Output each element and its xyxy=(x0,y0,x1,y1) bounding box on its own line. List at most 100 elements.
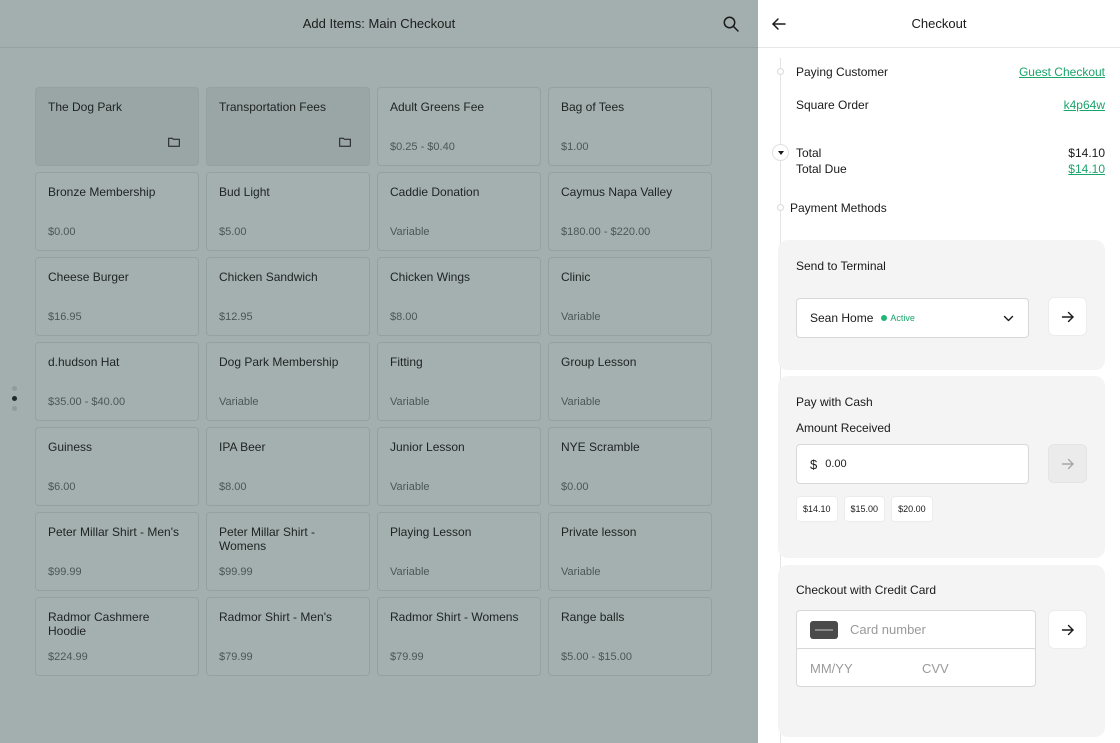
square-order-link[interactable]: k4p64w xyxy=(1064,98,1105,112)
page-dot[interactable] xyxy=(12,406,17,411)
item-price: $6.00 xyxy=(48,481,76,493)
payment-methods-label: Payment Methods xyxy=(790,201,887,215)
square-order-row: Square Order k4p64w xyxy=(796,98,1105,112)
item-price: Variable xyxy=(390,566,430,578)
item-name: IPA Beer xyxy=(219,440,266,454)
item-name: The Dog Park xyxy=(48,100,123,114)
item-tile[interactable]: Adult Greens Fee $0.25 - $0.40 xyxy=(377,87,541,166)
arrow-right-icon xyxy=(1061,458,1074,469)
item-name: Radmor Cashmere Hoodie xyxy=(48,610,150,638)
quick-amount-chip[interactable]: $14.10 xyxy=(796,496,838,522)
item-tile[interactable]: Fitting Variable xyxy=(377,342,541,421)
item-tile[interactable]: Cheese Burger $16.95 xyxy=(35,257,199,336)
item-tile[interactable]: Dog Park Membership Variable xyxy=(206,342,370,421)
item-tile[interactable]: Radmor Shirt - Men's $79.99 xyxy=(206,597,370,676)
chevron-down-icon xyxy=(1003,315,1014,322)
cvv-input[interactable] xyxy=(922,660,1034,676)
item-price: $35.00 - $40.00 xyxy=(48,396,126,408)
item-price: Variable xyxy=(219,396,259,408)
item-tile[interactable]: Peter Millar Shirt - Men's $99.99 xyxy=(35,512,199,591)
item-name: Caddie Donation xyxy=(390,185,480,199)
item-price: $99.99 xyxy=(48,566,82,578)
page-dot[interactable] xyxy=(12,386,17,391)
item-name: Playing Lesson xyxy=(390,525,472,539)
checkout-panel: Checkout Paying Customer Guest Checkout … xyxy=(758,0,1120,743)
item-tile[interactable]: Radmor Cashmere Hoodie $224.99 xyxy=(35,597,199,676)
page-dot-active[interactable] xyxy=(12,396,17,401)
item-tile[interactable]: Chicken Sandwich $12.95 xyxy=(206,257,370,336)
amount-received-input[interactable] xyxy=(825,458,1006,470)
item-tile[interactable]: Group Lesson Variable xyxy=(548,342,712,421)
folder-icon xyxy=(339,137,351,147)
item-tile[interactable]: Clinic Variable xyxy=(548,257,712,336)
item-tile[interactable]: Guiness $6.00 xyxy=(35,427,199,506)
item-tile[interactable]: Bag of Tees $1.00 xyxy=(548,87,712,166)
checkout-title: Checkout xyxy=(911,16,967,31)
item-tile[interactable]: Junior Lesson Variable xyxy=(377,427,541,506)
guest-checkout-link[interactable]: Guest Checkout xyxy=(1019,65,1105,79)
item-tile[interactable]: Private lesson Variable xyxy=(548,512,712,591)
timeline-node xyxy=(777,68,784,75)
total-label: Total xyxy=(796,146,822,160)
item-name: Group Lesson xyxy=(561,355,637,369)
card-number-input[interactable] xyxy=(850,622,1026,637)
item-name: Junior Lesson xyxy=(390,440,465,454)
item-name: Peter Millar Shirt - Womens xyxy=(219,525,316,553)
item-grid: The Dog Park Transportation Fees Adult Gre… xyxy=(35,87,712,676)
card-entry-form xyxy=(796,610,1036,687)
submit-cash-button[interactable] xyxy=(1048,444,1087,483)
quick-amount-chip[interactable]: $20.00 xyxy=(891,496,933,522)
page-indicator xyxy=(12,386,17,411)
item-tile[interactable]: Peter Millar Shirt - Womens $99.99 xyxy=(206,512,370,591)
item-name: Chicken Sandwich xyxy=(219,270,318,284)
item-tile[interactable]: Bronze Membership $0.00 xyxy=(35,172,199,251)
send-to-terminal-button[interactable] xyxy=(1048,297,1087,336)
item-price: $8.00 xyxy=(219,481,247,493)
arrow-left-icon[interactable] xyxy=(770,15,788,33)
item-price: $5.00 xyxy=(219,226,247,238)
cash-title: Pay with Cash xyxy=(796,395,873,409)
item-tile[interactable]: Bud Light $5.00 xyxy=(206,172,370,251)
item-price: Variable xyxy=(390,481,430,493)
item-name: Adult Greens Fee xyxy=(390,100,485,114)
search-icon[interactable] xyxy=(722,15,740,33)
item-price: Variable xyxy=(561,396,601,408)
caret-down-icon xyxy=(777,150,784,155)
credit-card-card: Checkout with Credit Card xyxy=(778,565,1105,737)
item-price: $224.99 xyxy=(48,651,88,663)
item-name: Radmor Shirt - Womens xyxy=(390,610,519,624)
collapse-totals-button[interactable] xyxy=(772,144,789,161)
item-name: Transportation Fees xyxy=(219,100,326,114)
total-row: Total $14.10 xyxy=(796,146,1105,160)
item-tile[interactable]: Chicken Wings $8.00 xyxy=(377,257,541,336)
expiry-input[interactable] xyxy=(810,660,922,676)
item-tile[interactable]: Range balls $5.00 - $15.00 xyxy=(548,597,712,676)
submit-card-button[interactable] xyxy=(1048,610,1087,649)
item-tile[interactable]: Caymus Napa Valley $180.00 - $220.00 xyxy=(548,172,712,251)
total-due-row: Total Due $14.10 xyxy=(796,162,1105,176)
folder-icon xyxy=(168,137,180,147)
item-tile[interactable]: IPA Beer $8.00 xyxy=(206,427,370,506)
item-tile[interactable]: Caddie Donation Variable xyxy=(377,172,541,251)
item-name: Dog Park Membership xyxy=(219,355,339,369)
amount-received-label: Amount Received xyxy=(796,421,891,435)
item-name: Peter Millar Shirt - Men's xyxy=(48,525,179,539)
item-price: $12.95 xyxy=(219,311,253,323)
amount-received-field[interactable]: $ xyxy=(796,444,1029,484)
item-price: Variable xyxy=(390,396,430,408)
item-tile[interactable]: NYE Scramble $0.00 xyxy=(548,427,712,506)
item-tile[interactable]: d.hudson Hat $35.00 - $40.00 xyxy=(35,342,199,421)
item-name: NYE Scramble xyxy=(561,440,640,454)
terminal-title: Send to Terminal xyxy=(796,259,886,273)
category-tile[interactable]: Transportation Fees xyxy=(206,87,370,166)
currency-symbol: $ xyxy=(810,456,818,472)
square-order-label: Square Order xyxy=(796,98,869,112)
quick-amount-chip[interactable]: $15.00 xyxy=(843,496,886,522)
item-tile[interactable]: Radmor Shirt - Womens $79.99 xyxy=(377,597,541,676)
category-tile[interactable]: The Dog Park xyxy=(35,87,199,166)
terminal-select[interactable]: Sean Home Active xyxy=(796,298,1029,338)
item-tile[interactable]: Playing Lesson Variable xyxy=(377,512,541,591)
item-price: $180.00 - $220.00 xyxy=(561,226,651,238)
total-due-value[interactable]: $14.10 xyxy=(1068,162,1105,176)
arrow-right-icon xyxy=(1061,624,1074,635)
